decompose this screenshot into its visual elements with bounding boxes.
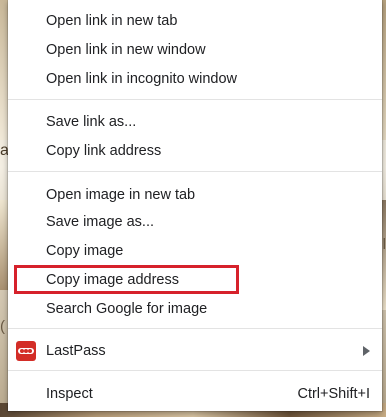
chevron-right-icon bbox=[363, 346, 370, 356]
menu-item-label: Search Google for image bbox=[46, 301, 208, 317]
menu-separator bbox=[8, 328, 382, 329]
menu-separator bbox=[8, 99, 382, 100]
menu-item-lastpass[interactable]: LastPass bbox=[8, 337, 382, 365]
menu-item-label: Open link in new tab bbox=[46, 13, 178, 29]
menu-item-inspect[interactable]: Inspect Ctrl+Shift+I bbox=[8, 380, 382, 408]
background-text-fragment: l bbox=[382, 236, 386, 253]
menu-item-open-image-new-tab[interactable]: Open image in new tab bbox=[8, 181, 382, 209]
menu-item-open-link-new-window[interactable]: Open link in new window bbox=[8, 36, 382, 64]
menu-separator bbox=[8, 370, 382, 371]
highlight-box bbox=[14, 265, 239, 294]
menu-item-label: Copy image bbox=[46, 243, 124, 259]
menu-item-copy-image[interactable]: Copy image bbox=[8, 237, 382, 265]
menu-item-label: Open link in incognito window bbox=[46, 71, 238, 87]
menu-item-label: Save image as... bbox=[46, 214, 154, 230]
context-menu: Open link in new tab Open link in new wi… bbox=[8, 0, 382, 411]
menu-item-label: Inspect bbox=[46, 386, 93, 402]
menu-separator bbox=[8, 171, 382, 172]
menu-item-open-link-new-tab[interactable]: Open link in new tab bbox=[8, 7, 382, 35]
menu-item-open-link-incognito[interactable]: Open link in incognito window bbox=[8, 65, 382, 93]
menu-item-save-link-as[interactable]: Save link as... bbox=[8, 108, 382, 136]
menu-item-label: Save link as... bbox=[46, 114, 137, 130]
background-text-fragment: ( bbox=[0, 318, 5, 335]
keyboard-shortcut: Ctrl+Shift+I bbox=[297, 386, 370, 402]
menu-item-label: LastPass bbox=[46, 343, 106, 359]
menu-item-label: Open image in new tab bbox=[46, 187, 196, 203]
lastpass-icon bbox=[16, 341, 36, 361]
menu-item-label: Open link in new window bbox=[46, 42, 206, 58]
menu-item-save-image-as[interactable]: Save image as... bbox=[8, 208, 382, 236]
menu-item-copy-link-address[interactable]: Copy link address bbox=[8, 137, 382, 165]
menu-item-label: Copy link address bbox=[46, 143, 162, 159]
menu-item-search-google-image[interactable]: Search Google for image bbox=[8, 295, 382, 323]
